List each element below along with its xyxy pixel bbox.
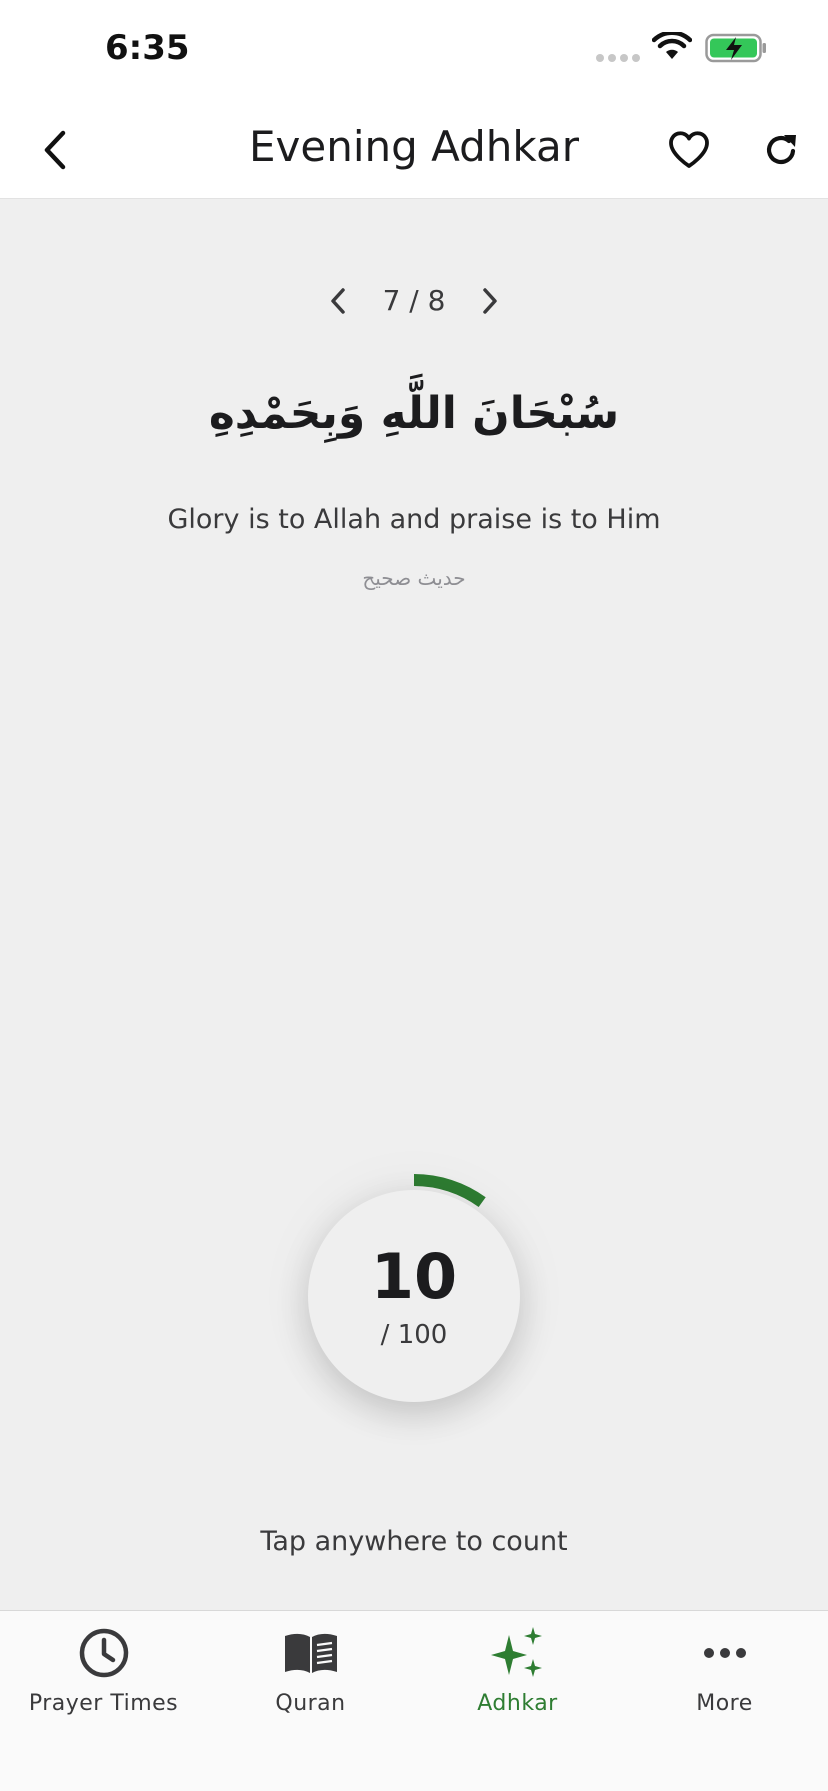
chevron-left-icon [331, 288, 345, 314]
tab-label: More [696, 1691, 753, 1716]
tab-label: Quran [275, 1691, 346, 1716]
chevron-right-icon [483, 288, 497, 314]
chevron-left-icon [44, 130, 66, 170]
tab-adhkar[interactable]: Adhkar [414, 1611, 621, 1731]
dhikr-source: حديث صحيح [362, 566, 466, 590]
adhkar-screen: 6:35 Evening Adhkar 7 / 8 سُبْحَانَ اللَ… [0, 0, 828, 1791]
header-bar: Evening Adhkar [0, 100, 828, 199]
sparkles-icon [490, 1627, 542, 1677]
tab-label: Adhkar [477, 1691, 558, 1716]
tab-quran[interactable]: Quran [207, 1611, 414, 1731]
counter-value: 10 [370, 1240, 458, 1313]
reset-button[interactable] [755, 122, 807, 178]
more-dots-icon [703, 1648, 746, 1658]
counter-circle: 10 / 100 [308, 1190, 520, 1402]
wifi-icon [652, 32, 692, 59]
dhikr-pager: 7 / 8 [0, 276, 828, 326]
bottom-tab-bar: Prayer Times Quran Adhkar More [0, 1610, 828, 1791]
cellular-signal-icon [596, 54, 640, 62]
dhikr-translation: Glory is to Allah and praise is to Him [167, 504, 661, 535]
tab-label: Prayer Times [28, 1691, 179, 1716]
tab-more[interactable]: More [621, 1611, 828, 1731]
dhikr-arabic-text: سُبْحَانَ اللَّهِ وَبِحَمْدِهِ [208, 388, 620, 439]
tab-prayer-times[interactable]: Prayer Times [0, 1611, 207, 1731]
next-dhikr-button[interactable] [470, 276, 510, 326]
back-button[interactable] [30, 122, 80, 178]
battery-charging-icon [705, 33, 766, 63]
counter-total: / 100 [380, 1320, 448, 1350]
counter-button[interactable]: 10 / 100 [254, 1140, 574, 1460]
favorite-button[interactable] [663, 122, 715, 178]
clock-icon [79, 1628, 128, 1678]
status-bar: 6:35 [0, 0, 828, 100]
status-time: 6:35 [105, 28, 190, 68]
previous-dhikr-button[interactable] [318, 276, 358, 326]
page-indicator: 7 / 8 [382, 284, 446, 317]
refresh-icon [766, 135, 796, 165]
heart-icon [669, 131, 709, 168]
book-icon [284, 1633, 337, 1673]
tap-hint: Tap anywhere to count [260, 1526, 568, 1557]
